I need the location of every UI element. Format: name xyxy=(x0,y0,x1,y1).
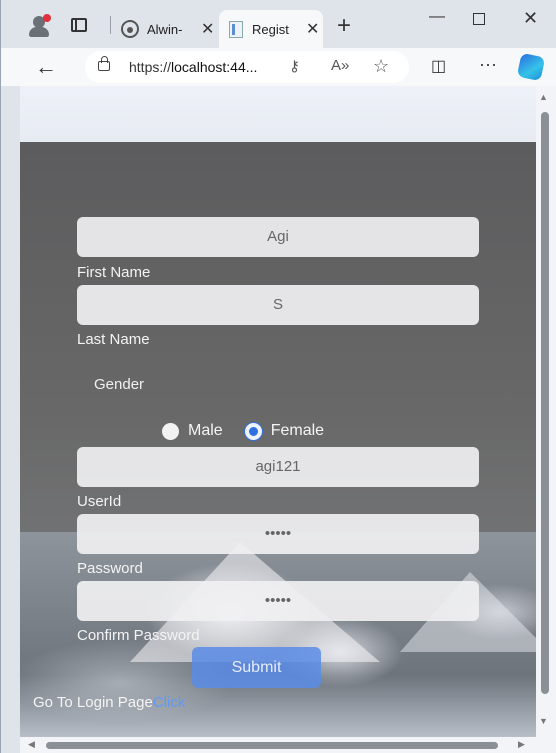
tab-bar: Alwin- ✕ Regist ✕ + — ✕ xyxy=(1,0,556,48)
more-options-icon[interactable]: ··· xyxy=(479,54,497,75)
goto-login-text: Go To Login PageClick xyxy=(33,694,185,711)
vertical-scroll-thumb[interactable] xyxy=(541,112,549,694)
lock-icon[interactable] xyxy=(98,56,110,71)
github-icon xyxy=(121,20,139,38)
tab-label: Alwin- xyxy=(147,21,183,37)
address-bar: ← https://localhost:44... ⚷ A» ☆ ◫ ··· xyxy=(1,48,556,86)
goto-login-link[interactable]: Click xyxy=(153,694,186,711)
minimize-icon[interactable]: — xyxy=(429,8,445,26)
scroll-left-icon[interactable]: ◀ xyxy=(28,739,35,750)
first-name-input[interactable]: Agi xyxy=(77,217,479,257)
close-tab-icon[interactable]: ✕ xyxy=(306,19,319,39)
read-aloud-icon[interactable]: A» xyxy=(331,57,349,74)
split-screen-icon[interactable]: ◫ xyxy=(431,56,446,76)
last-name-label: Last Name xyxy=(77,331,150,348)
maximize-icon[interactable] xyxy=(473,13,485,25)
favorite-star-icon[interactable]: ☆ xyxy=(373,56,389,77)
userid-label: UserId xyxy=(77,493,122,510)
tab-register[interactable]: Regist ✕ xyxy=(219,10,323,48)
url-field[interactable]: https://localhost:44... ⚷ A» ☆ xyxy=(85,51,409,83)
back-arrow-icon[interactable]: ← xyxy=(35,54,57,80)
confirm-password-input[interactable]: ••••• xyxy=(77,581,479,621)
scroll-right-icon[interactable]: ▶ xyxy=(518,739,525,750)
page-icon xyxy=(229,20,243,38)
tab-divider xyxy=(110,16,111,34)
page-viewport: Agi First Name S Last Name Gender Male F… xyxy=(20,86,536,737)
male-radio-label[interactable]: Male xyxy=(188,422,223,440)
profile-icon[interactable] xyxy=(29,14,53,38)
close-tab-icon[interactable]: ✕ xyxy=(201,19,214,39)
horizontal-scroll-thumb[interactable] xyxy=(46,742,498,749)
scroll-down-icon[interactable]: ▼ xyxy=(539,716,548,726)
key-icon[interactable]: ⚷ xyxy=(289,57,300,75)
first-name-label: First Name xyxy=(77,264,151,281)
close-window-icon[interactable]: ✕ xyxy=(523,8,538,29)
female-radio[interactable] xyxy=(244,422,262,440)
tab-github[interactable]: Alwin- ✕ xyxy=(117,10,217,48)
female-radio-label[interactable]: Female xyxy=(271,422,324,440)
tab-label: Regist xyxy=(252,21,289,37)
url-text: https://localhost:44... xyxy=(129,59,258,75)
vertical-scrollbar[interactable]: ▲ ▼ xyxy=(536,86,556,737)
copilot-icon[interactable] xyxy=(516,52,546,82)
gender-label: Gender xyxy=(94,376,145,393)
page-header-strip xyxy=(20,86,536,142)
password-label: Password xyxy=(77,560,143,577)
horizontal-scrollbar[interactable]: ◀ ▶ xyxy=(20,737,556,753)
submit-button[interactable]: Submit xyxy=(192,647,321,688)
new-tab-icon[interactable]: + xyxy=(337,12,351,40)
userid-input[interactable]: agi121 xyxy=(77,447,479,487)
browser-window: Alwin- ✕ Regist ✕ + — ✕ ← https://localh… xyxy=(0,0,556,753)
password-input[interactable]: ••••• xyxy=(77,514,479,554)
confirm-password-label: Confirm Password xyxy=(77,627,200,644)
last-name-input[interactable]: S xyxy=(77,285,479,325)
tab-actions-icon[interactable] xyxy=(71,18,87,32)
scroll-up-icon[interactable]: ▲ xyxy=(539,92,548,102)
male-radio[interactable] xyxy=(162,422,179,440)
goto-login-label: Go To Login Page xyxy=(33,694,153,711)
gender-radio-group: Male Female xyxy=(162,422,346,440)
